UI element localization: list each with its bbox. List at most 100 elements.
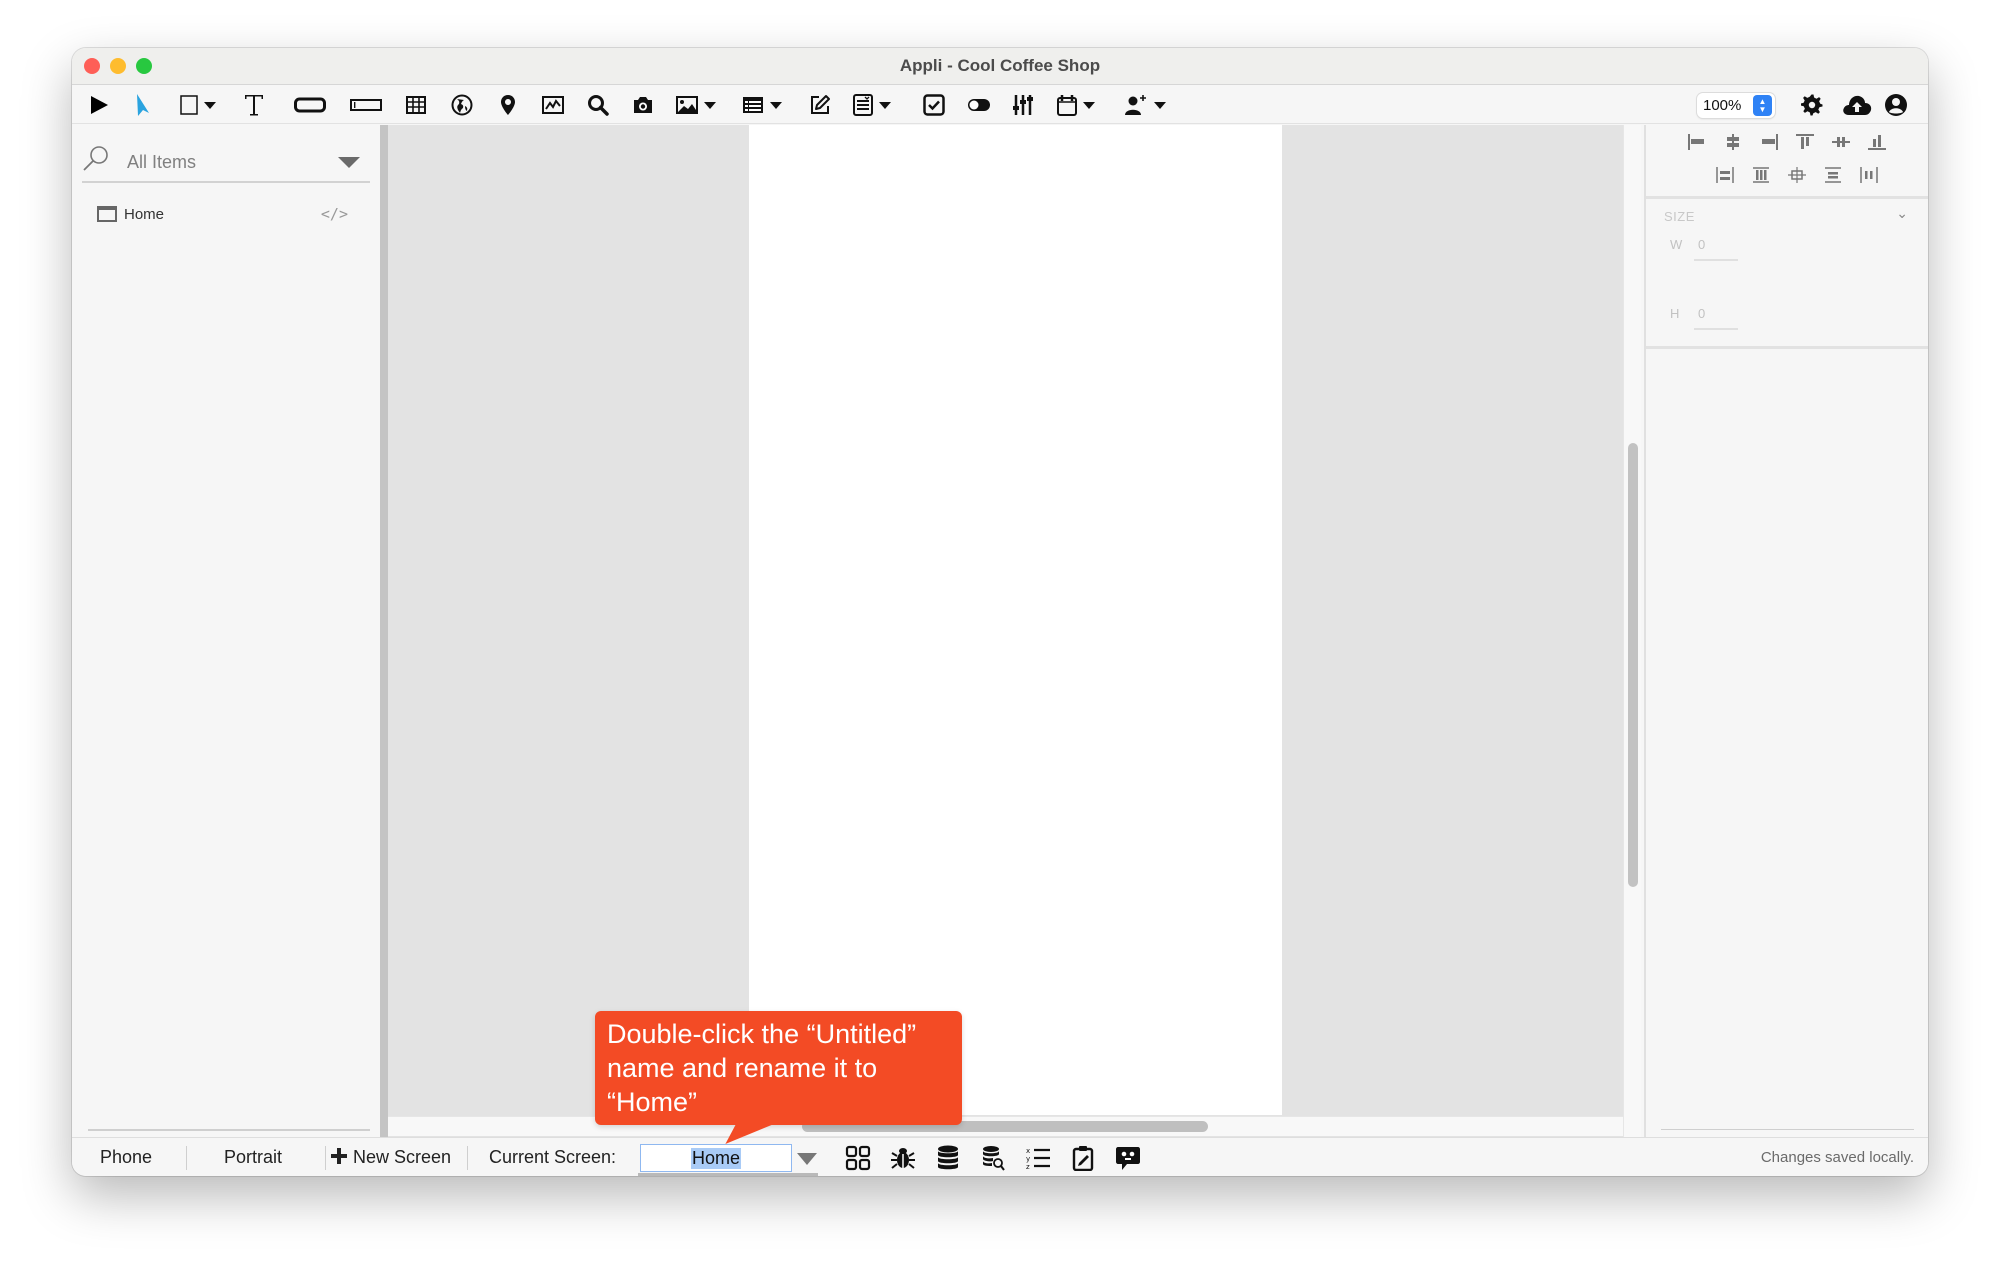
separator (325, 1146, 326, 1170)
zoom-level-value: 100% (1703, 97, 1742, 114)
callout-line-2: name and rename it to (607, 1053, 878, 1083)
chevron-down-icon[interactable] (879, 101, 891, 109)
sort-button[interactable]: xyz (1024, 1144, 1052, 1172)
account-button[interactable] (1884, 92, 1908, 118)
width-field: W 0 (1670, 237, 1738, 261)
horizontal-scrollbar[interactable] (388, 1116, 1623, 1136)
chevron-down-icon[interactable] (1154, 101, 1166, 109)
distribute-h-spacing-button[interactable] (1748, 162, 1773, 187)
text-field-tool[interactable] (350, 92, 382, 118)
callout-line-3: “Home” (607, 1087, 698, 1117)
table-tool[interactable] (406, 92, 426, 118)
items-filter[interactable]: All Items (82, 139, 370, 183)
align-top-button[interactable] (1792, 129, 1817, 154)
form-icon (853, 94, 873, 116)
pointer-tool[interactable] (134, 92, 152, 118)
rectangle-tool[interactable] (180, 92, 216, 118)
chart-tool[interactable] (542, 92, 564, 118)
settings-button[interactable] (1801, 92, 1823, 118)
align-left-button[interactable] (1684, 129, 1709, 154)
list-tool[interactable] (742, 92, 782, 118)
text-tool[interactable] (243, 92, 265, 118)
new-screen-button[interactable]: New Screen (330, 1147, 451, 1168)
chevron-down-icon[interactable] (770, 101, 782, 109)
camera-tool[interactable] (632, 92, 654, 118)
list-icon (743, 97, 763, 113)
design-canvas[interactable] (388, 125, 1623, 1175)
cloud-upload-button[interactable] (1842, 92, 1872, 118)
chevron-down-icon[interactable] (797, 1153, 817, 1165)
search-tool[interactable] (587, 92, 609, 118)
height-input[interactable]: 0 (1694, 306, 1738, 330)
clipboard-edit-icon (1072, 1146, 1094, 1171)
image-icon (676, 96, 698, 114)
plus-icon (331, 1148, 347, 1164)
vertical-scrollbar-thumb[interactable] (1628, 443, 1638, 887)
clipboard-edit-button[interactable] (1069, 1144, 1097, 1172)
user-tool[interactable] (1124, 92, 1166, 118)
date-picker-tool[interactable] (1057, 92, 1095, 118)
web-view-tool[interactable] (451, 92, 473, 118)
phone-artboard[interactable] (749, 125, 1282, 1115)
current-screen-input[interactable]: Home (640, 1144, 792, 1172)
distribute-v-button[interactable] (1712, 162, 1737, 187)
chevron-down-icon[interactable] (204, 101, 216, 109)
grid-icon (845, 1145, 871, 1171)
width-input[interactable]: 0 (1694, 237, 1738, 261)
chevron-down-icon[interactable] (338, 157, 360, 168)
zoom-stepper[interactable]: ▲ ▼ (1753, 95, 1772, 116)
map-pin-icon (501, 95, 515, 115)
align-bottom-button[interactable] (1864, 129, 1889, 154)
vertical-scrollbar[interactable] (1623, 125, 1641, 1175)
code-icon[interactable]: </> (321, 205, 348, 223)
close-window-button[interactable] (84, 58, 100, 74)
title-bar: Appli - Cool Coffee Shop (72, 48, 1928, 85)
checkbox-tool[interactable] (923, 92, 945, 118)
edit-tool[interactable] (809, 92, 831, 118)
form-tool[interactable] (853, 92, 891, 118)
width-label: W (1670, 237, 1683, 252)
svg-text:z: z (1026, 1163, 1030, 1171)
window-title: Appli - Cool Coffee Shop (899, 56, 1101, 75)
chat-bot-button[interactable] (1114, 1144, 1142, 1172)
chevron-down-icon[interactable] (1083, 101, 1095, 109)
sliders-tool[interactable] (1012, 92, 1034, 118)
globe-icon (451, 94, 473, 116)
image-tool[interactable] (676, 92, 716, 118)
minimize-window-button[interactable] (110, 58, 126, 74)
chevron-down-icon[interactable]: ⌄ (1896, 205, 1908, 222)
window-controls (84, 58, 152, 74)
grid-button[interactable] (844, 1144, 872, 1172)
orientation-select[interactable]: Portrait (224, 1147, 282, 1168)
svg-text:y: y (1026, 1155, 1030, 1163)
align-center-h-button[interactable] (1720, 129, 1745, 154)
button-icon (294, 97, 326, 113)
center-both-icon (1787, 166, 1806, 183)
database-icon (938, 1145, 958, 1170)
chevron-down-icon[interactable] (704, 101, 716, 109)
distribute-h-icon (1859, 166, 1878, 183)
button-tool[interactable] (294, 92, 326, 118)
maximize-window-button[interactable] (136, 58, 152, 74)
search-icon (83, 146, 108, 171)
left-panel: All Items Home </> (72, 125, 380, 1164)
size-section-header: SIZE (1664, 209, 1695, 224)
debug-button[interactable] (889, 1144, 917, 1172)
play-button[interactable] (88, 92, 110, 118)
distribute-center-button[interactable] (1820, 162, 1845, 187)
align-middle-v-button[interactable] (1828, 129, 1853, 154)
database-button[interactable] (934, 1144, 962, 1172)
sort-xyz-icon: xyz (1026, 1147, 1050, 1171)
center-both-button[interactable] (1784, 162, 1809, 187)
screen-list-item[interactable]: Home </> (82, 199, 370, 229)
panel-resize-handle[interactable] (380, 125, 388, 1137)
device-select[interactable]: Phone (100, 1147, 152, 1168)
toggle-icon (968, 99, 990, 111)
map-tool[interactable] (500, 92, 516, 118)
bottom-tools: xyz (844, 1144, 1142, 1172)
database-search-button[interactable] (979, 1144, 1007, 1172)
align-right-button[interactable] (1756, 129, 1781, 154)
distribute-h-button[interactable] (1856, 162, 1881, 187)
toggle-tool[interactable] (967, 92, 991, 118)
zoom-level-select[interactable]: 100% ▲ ▼ (1697, 93, 1775, 118)
